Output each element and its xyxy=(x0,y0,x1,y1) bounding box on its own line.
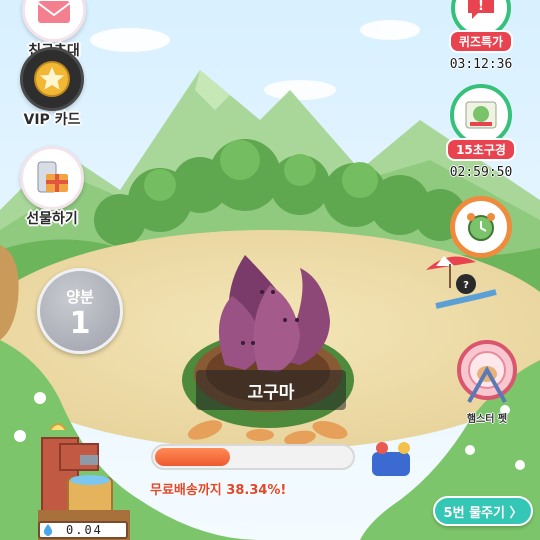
quiz-deal-label: 퀴즈특가 xyxy=(448,30,514,53)
water-five-times-button[interactable]: 5번 물주기 〉 xyxy=(433,496,533,526)
beach-chair-icon[interactable]: ? xyxy=(420,248,500,318)
water-drop-icon xyxy=(43,524,53,536)
star-medal-icon xyxy=(20,47,84,111)
water-five-times-label: 5번 물주기 〉 xyxy=(443,505,523,521)
vip-card-button[interactable]: VIP 카드 xyxy=(20,47,84,129)
vip-card-label: VIP 카드 xyxy=(23,112,81,128)
gift-label: 선물하기 xyxy=(26,211,78,227)
nutrient-label: 양분 xyxy=(66,288,94,306)
svg-text:!: ! xyxy=(478,0,484,14)
water-counter-value: 0.04 xyxy=(66,523,103,537)
photo-frame-icon xyxy=(450,84,512,146)
nutrient-badge[interactable]: 양분 1 xyxy=(37,268,123,354)
hamster-pet-label: 햄스터 펫 xyxy=(466,414,508,425)
fifteen-sec-timer: 02:59:50 xyxy=(449,165,513,180)
quiz-deal-timer: 03:12:36 xyxy=(449,57,513,72)
envelope-icon xyxy=(22,0,86,42)
delivery-progress-text: 무료배송까지 38.34%! xyxy=(150,483,287,498)
gift-button[interactable]: 선물하기 xyxy=(20,146,84,228)
hamster-pet-button[interactable]: 햄스터 펫 xyxy=(452,338,522,425)
fifteen-sec-label: 15초구경 xyxy=(446,138,516,161)
delivery-progress-bar xyxy=(151,444,355,470)
nutrient-count: 1 xyxy=(69,306,91,341)
delivery-progress-fill xyxy=(155,448,230,466)
svg-text:?: ? xyxy=(463,280,469,291)
hamster-wheel-icon xyxy=(455,338,519,412)
plant-name: 고구마 xyxy=(247,382,295,403)
plant-name-tag: 고구마 xyxy=(196,370,346,410)
fifteen-sec-view-button[interactable]: 15초구경 02:59:50 xyxy=(436,84,526,180)
quiz-deal-button[interactable]: ! 퀴즈특가 03:12:36 xyxy=(436,0,526,72)
water-counter: 0.04 xyxy=(38,521,128,539)
gift-phone-icon xyxy=(20,146,84,210)
